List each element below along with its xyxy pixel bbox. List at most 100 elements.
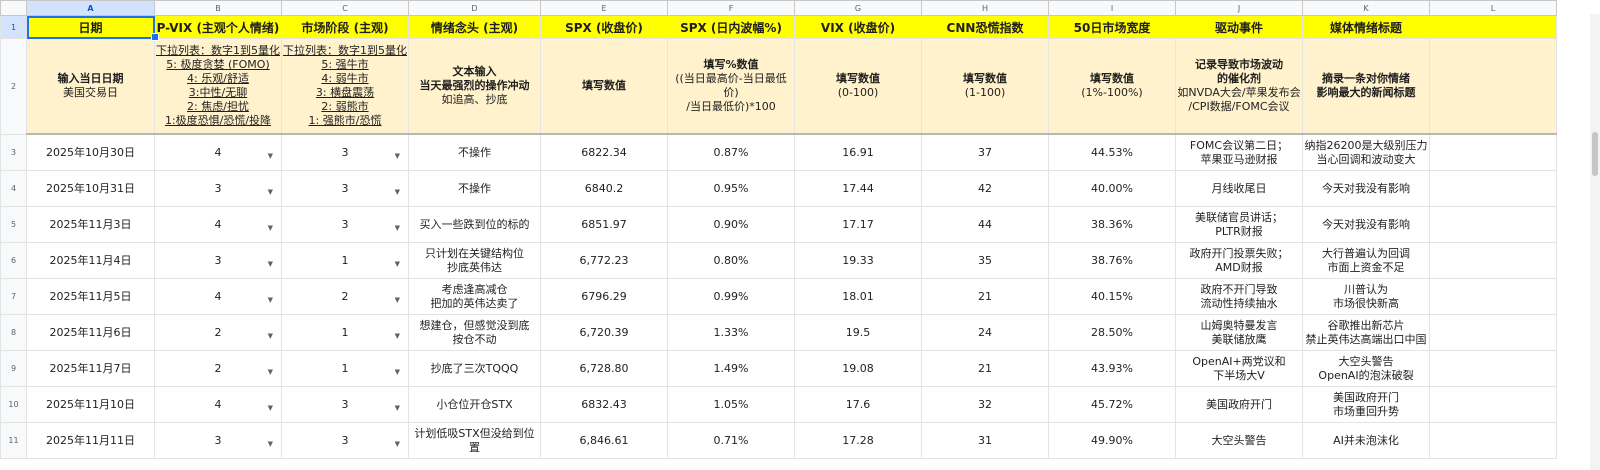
row-header-5[interactable]: 5 <box>0 206 27 243</box>
cell-g6[interactable]: 19.33 <box>794 242 922 279</box>
cell-d11[interactable]: 计划低吸STX但没给到位置 <box>408 422 541 459</box>
cell-k3[interactable]: 纳指26200是大级别压力 当心回调和波动变大 <box>1302 133 1430 171</box>
cell-j8[interactable]: 山姆奥特曼发言 美联储放鹰 <box>1175 314 1303 351</box>
cell-h2[interactable]: 填写数值 (1-100) <box>921 38 1049 135</box>
row-header-3[interactable]: 3 <box>0 133 27 171</box>
row-header-7[interactable]: 7 <box>0 278 27 315</box>
cell-k10[interactable]: 美国政府开门 市场重回升势 <box>1302 386 1430 423</box>
cell-k11[interactable]: AI并未泡沫化 <box>1302 422 1430 459</box>
cell-i4[interactable]: 40.00% <box>1048 170 1176 207</box>
cell-g3[interactable]: 16.91 <box>794 133 922 171</box>
cell-g4[interactable]: 17.44 <box>794 170 922 207</box>
cell-e10[interactable]: 6832.43 <box>540 386 668 423</box>
row-header-10[interactable]: 10 <box>0 386 27 423</box>
cell-g7[interactable]: 18.01 <box>794 278 922 315</box>
cell-a7[interactable]: 2025年11月5日 <box>26 278 155 315</box>
cell-j1[interactable]: 驱动事件 <box>1175 15 1303 39</box>
cell-h1[interactable]: CNN恐慌指数 <box>921 15 1049 39</box>
cell-h11[interactable]: 31 <box>921 422 1049 459</box>
cell-c10[interactable]: 3 ▼ <box>281 386 409 423</box>
row-header-8[interactable]: 8 <box>0 314 27 351</box>
cell-i6[interactable]: 38.76% <box>1048 242 1176 279</box>
cell-b10[interactable]: 4 ▼ <box>154 386 282 423</box>
cell-e1[interactable]: SPX (收盘价) <box>540 15 668 39</box>
cell-g1[interactable]: VIX (收盘价) <box>794 15 922 39</box>
column-header-f[interactable]: F <box>667 0 795 16</box>
cell-h5[interactable]: 44 <box>921 206 1049 243</box>
cell-l10[interactable] <box>1429 386 1557 423</box>
row-header-1[interactable]: 1 <box>0 15 27 39</box>
dropdown-arrow-icon[interactable]: ▼ <box>395 437 400 451</box>
cell-j10[interactable]: 美国政府开门 <box>1175 386 1303 423</box>
cell-l1[interactable] <box>1429 15 1557 39</box>
cell-f9[interactable]: 1.49% <box>667 350 795 387</box>
cell-g9[interactable]: 19.08 <box>794 350 922 387</box>
cell-d2[interactable]: 文本输入 当天最强烈的操作冲动 如追高、抄底 <box>408 38 541 135</box>
cell-d6[interactable]: 只计划在关键结构位 抄底英伟达 <box>408 242 541 279</box>
cell-d10[interactable]: 小仓位开仓STX <box>408 386 541 423</box>
cell-e9[interactable]: 6,728.80 <box>540 350 668 387</box>
cell-e8[interactable]: 6,720.39 <box>540 314 668 351</box>
cell-k9[interactable]: 大空头警告 OpenAI的泡沫破裂 <box>1302 350 1430 387</box>
cell-k2[interactable]: 摘录一条对你情绪 影响最大的新闻标题 <box>1302 38 1430 135</box>
cell-c11[interactable]: 3 ▼ <box>281 422 409 459</box>
cell-b1[interactable]: P-VIX (主观个人情绪) <box>154 15 282 39</box>
cell-d7[interactable]: 考虑逢高减仓 把加的英伟达卖了 <box>408 278 541 315</box>
cell-h4[interactable]: 42 <box>921 170 1049 207</box>
cell-i3[interactable]: 44.53% <box>1048 133 1176 171</box>
cell-i1[interactable]: 50日市场宽度 <box>1048 15 1176 39</box>
cell-g10[interactable]: 17.6 <box>794 386 922 423</box>
cell-j4[interactable]: 月线收尾日 <box>1175 170 1303 207</box>
cell-k6[interactable]: 大行普遍认为回调 市面上资金不足 <box>1302 242 1430 279</box>
cell-a9[interactable]: 2025年11月7日 <box>26 350 155 387</box>
column-header-h[interactable]: H <box>921 0 1049 16</box>
dropdown-arrow-icon[interactable]: ▼ <box>395 221 400 235</box>
cell-f5[interactable]: 0.90% <box>667 206 795 243</box>
cell-a3[interactable]: 2025年10月30日 <box>26 133 155 171</box>
cell-k5[interactable]: 今天对我没有影响 <box>1302 206 1430 243</box>
dropdown-arrow-icon[interactable]: ▼ <box>268 437 273 451</box>
column-header-j[interactable]: J <box>1175 0 1303 16</box>
row-header-2[interactable]: 2 <box>0 38 27 135</box>
cell-c1[interactable]: 市场阶段 (主观) <box>281 15 409 39</box>
dropdown-arrow-icon[interactable]: ▼ <box>268 401 273 415</box>
column-header-k[interactable]: K <box>1302 0 1430 16</box>
cell-h3[interactable]: 37 <box>921 133 1049 171</box>
row-header-11[interactable]: 11 <box>0 422 27 459</box>
dropdown-arrow-icon[interactable]: ▼ <box>395 365 400 379</box>
cell-f8[interactable]: 1.33% <box>667 314 795 351</box>
cell-i7[interactable]: 40.15% <box>1048 278 1176 315</box>
cell-g5[interactable]: 17.17 <box>794 206 922 243</box>
cell-l3[interactable] <box>1429 133 1557 171</box>
cell-e3[interactable]: 6822.34 <box>540 133 668 171</box>
cell-b8[interactable]: 2 ▼ <box>154 314 282 351</box>
cell-f4[interactable]: 0.95% <box>667 170 795 207</box>
cell-i2[interactable]: 填写数值 (1%-100%) <box>1048 38 1176 135</box>
cell-e2[interactable]: 填写数值 <box>540 38 668 135</box>
cell-j6[interactable]: 政府开门投票失败； AMD财报 <box>1175 242 1303 279</box>
cell-j3[interactable]: FOMC会议第二日； 苹果亚马逊财报 <box>1175 133 1303 171</box>
column-header-i[interactable]: I <box>1048 0 1176 16</box>
cell-i5[interactable]: 38.36% <box>1048 206 1176 243</box>
cell-e7[interactable]: 6796.29 <box>540 278 668 315</box>
cell-k8[interactable]: 谷歌推出新芯片 禁止英伟达高端出口中国 <box>1302 314 1430 351</box>
cell-c7[interactable]: 2 ▼ <box>281 278 409 315</box>
column-header-a[interactable]: A <box>26 0 155 16</box>
row-header-4[interactable]: 4 <box>0 170 27 207</box>
cell-e5[interactable]: 6851.97 <box>540 206 668 243</box>
column-header-b[interactable]: B <box>154 0 282 16</box>
cell-a10[interactable]: 2025年11月10日 <box>26 386 155 423</box>
dropdown-arrow-icon[interactable]: ▼ <box>395 401 400 415</box>
cell-k4[interactable]: 今天对我没有影响 <box>1302 170 1430 207</box>
cell-j5[interactable]: 美联储官员讲话； PLTR财报 <box>1175 206 1303 243</box>
cell-d8[interactable]: 想建仓，但感觉没到底 按仓不动 <box>408 314 541 351</box>
cell-a6[interactable]: 2025年11月4日 <box>26 242 155 279</box>
cell-i10[interactable]: 45.72% <box>1048 386 1176 423</box>
cell-h8[interactable]: 24 <box>921 314 1049 351</box>
cell-l7[interactable] <box>1429 278 1557 315</box>
cell-b6[interactable]: 3 ▼ <box>154 242 282 279</box>
cell-j2[interactable]: 记录导致市场波动 的催化剂 如NVDA大会/苹果发布会 /CPI数据/FOMC会… <box>1175 38 1303 135</box>
cell-b5[interactable]: 4 ▼ <box>154 206 282 243</box>
row-header-9[interactable]: 9 <box>0 350 27 387</box>
cell-e4[interactable]: 6840.2 <box>540 170 668 207</box>
